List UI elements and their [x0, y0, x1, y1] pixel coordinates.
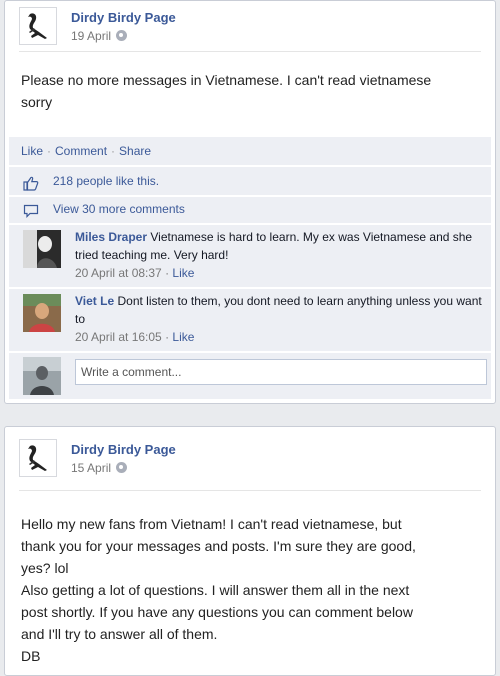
meta-separator: ·: [165, 266, 170, 280]
write-comment-row: Write a comment...: [9, 353, 491, 399]
page-name-link[interactable]: Dirdy Birdy Page: [71, 10, 176, 25]
bird-silhouette-icon: [28, 13, 47, 40]
post-card: Dirdy Birdy Page 15 April Hello my new f…: [4, 426, 496, 676]
comment-like-button[interactable]: Like: [172, 266, 194, 280]
ufi-separator: [9, 287, 491, 288]
likes-count-link[interactable]: 218 people like this.: [53, 174, 159, 188]
post-actions-bar: Like · Comment · Share: [9, 137, 491, 165]
post-body-line: Please no more messages in Vietnamese. I…: [21, 72, 432, 88]
header-divider: [19, 51, 481, 52]
comment-body: Viet Le Dont listen to them, you dont ne…: [75, 292, 483, 346]
meta-separator: ·: [165, 330, 170, 344]
comment-text: Dont listen to them, you dont need to le…: [75, 294, 482, 326]
ufi-separator: [9, 165, 491, 166]
post-timestamp[interactable]: 15 April: [71, 461, 128, 475]
write-comment-input[interactable]: Write a comment...: [75, 359, 487, 385]
post-body-line: yes? lol: [21, 560, 69, 576]
comment-item: Viet Le Dont listen to them, you dont ne…: [9, 289, 491, 351]
current-user-avatar: [23, 357, 61, 395]
ufi-separator: [9, 223, 491, 224]
view-more-comments-link[interactable]: View 30 more comments: [53, 202, 185, 216]
post-body-line: and I'll try to answer all of them.: [21, 626, 218, 642]
comment-meta: 20 April at 16:05 · Like: [75, 328, 483, 346]
header-divider: [19, 490, 481, 491]
comment-button[interactable]: Comment: [55, 144, 107, 158]
post-body-line: sorry: [21, 94, 53, 110]
post-body-line: post shortly. If you have any questions …: [21, 604, 413, 620]
comment-meta: 20 April at 08:37 · Like: [75, 264, 483, 282]
post-card: Dirdy Birdy Page 19 April Please no more…: [4, 0, 496, 404]
comment-timestamp[interactable]: 20 April at 16:05: [75, 330, 162, 344]
ufi-separator: [9, 195, 491, 196]
page-avatar[interactable]: [19, 439, 57, 477]
commenter-name-link[interactable]: Miles Draper: [75, 230, 147, 244]
ufi-separator: [9, 351, 491, 352]
action-separator: ·: [47, 144, 52, 158]
view-more-comments-row: View 30 more comments: [9, 197, 491, 223]
commenter-name-link[interactable]: Viet Le: [75, 294, 114, 308]
bird-silhouette-icon: [28, 445, 47, 471]
post-body-line: Hello my new fans from Vietnam! I can't …: [21, 516, 402, 532]
like-button[interactable]: Like: [21, 144, 43, 158]
likes-summary-row: 218 people like this.: [9, 167, 491, 195]
page-name-link[interactable]: Dirdy Birdy Page: [71, 442, 176, 457]
commenter-avatar[interactable]: [23, 294, 61, 332]
post-body-line: thank you for your messages and posts. I…: [21, 538, 416, 554]
post-date-text[interactable]: 15 April: [71, 461, 111, 475]
share-button[interactable]: Share: [119, 144, 151, 158]
post-body-line: DB: [21, 648, 41, 664]
post-body-line: Also getting a lot of questions. I will …: [21, 582, 410, 598]
post-body: Please no more messages in Vietnamese. I…: [21, 69, 483, 113]
comment-body: Miles Draper Vietnamese is hard to learn…: [75, 228, 483, 282]
post-date-text[interactable]: 19 April: [71, 29, 111, 43]
action-separator: ·: [111, 144, 116, 158]
globe-icon: [116, 30, 128, 41]
globe-icon: [116, 462, 128, 473]
comment-like-button[interactable]: Like: [172, 330, 194, 344]
comment-timestamp[interactable]: 20 April at 08:37: [75, 266, 162, 280]
page-avatar[interactable]: [19, 7, 57, 45]
post-body: Hello my new fans from Vietnam! I can't …: [21, 513, 483, 667]
comment-item: Miles Draper Vietnamese is hard to learn…: [9, 225, 491, 287]
post-timestamp[interactable]: 19 April: [71, 29, 128, 43]
commenter-avatar[interactable]: [23, 230, 61, 268]
